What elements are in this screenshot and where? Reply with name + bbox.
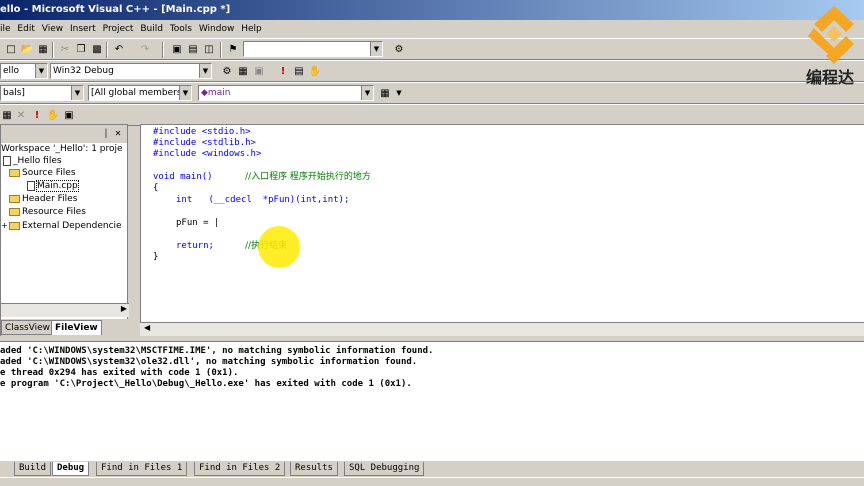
output-toggle-icon[interactable]: ▤ — [186, 43, 200, 56]
wizardbar-toolbar: bals] ▼ [All global members ▼ ◆main ▼ ▦ ▼ — [0, 82, 864, 104]
copy-icon[interactable]: ❐ — [74, 43, 88, 56]
standard-toolbar: □ 📂 ▦ ✂ ❐ ▩ ↶ ↷ ▣ ▤ ◫ ⚑ ▼ ⚙ — [0, 38, 864, 60]
workspace-tabs: ClassView FileView — [1, 319, 129, 337]
output-line-2: aded 'C:\WINDOWS\system32\ole32.dll', no… — [0, 357, 418, 367]
folder-icon — [9, 207, 20, 216]
folder-open-icon — [9, 168, 20, 177]
tree-external-dependencies[interactable]: + External Dependencie — [1, 219, 122, 232]
code-line-11: return; — [176, 241, 214, 251]
find-icon[interactable]: ⚙ — [392, 43, 406, 56]
expand-plus-icon[interactable]: + — [1, 219, 9, 232]
find-combo[interactable]: ▼ — [243, 41, 383, 57]
tab-find-in-files-1[interactable]: Find in Files 1 — [96, 462, 188, 476]
folder-icon — [9, 194, 20, 203]
class-scope-combo[interactable]: bals] ▼ — [0, 85, 84, 101]
menu-view[interactable]: View — [42, 20, 67, 38]
workspace-hscrollbar[interactable]: ▶ — [1, 303, 129, 317]
project-icon — [3, 155, 11, 166]
members-combo[interactable]: [All global members ▼ — [88, 85, 192, 101]
output-tabs: Build Debug Find in Files 1 Find in File… — [0, 461, 864, 477]
code-line-9: pFun = | — [176, 218, 220, 228]
stop-build-icon[interactable]: ▣ — [252, 65, 266, 78]
code-line-2: #include <stdlib.h> — [153, 138, 256, 148]
menu-tools[interactable]: Tools — [170, 20, 196, 38]
menu-insert[interactable]: Insert — [70, 20, 100, 38]
scroll-right-icon[interactable]: ▶ — [121, 304, 127, 313]
menu-build[interactable]: Build — [140, 20, 167, 38]
find-in-files-icon[interactable]: ⚑ — [226, 43, 240, 56]
status-bar — [0, 477, 864, 486]
scroll-left-icon[interactable]: ◀ — [144, 323, 150, 332]
menu-bar: ile Edit View Insert Project Build Tools… — [0, 20, 864, 38]
menu-file[interactable]: ile — [0, 20, 15, 38]
tab-results[interactable]: Results — [290, 462, 338, 476]
code-line-7: int (__cdecl *pFun)(int,int); — [176, 195, 350, 205]
hand-icon[interactable]: ✋ — [46, 109, 60, 122]
tab-classview[interactable]: ClassView — [1, 320, 55, 335]
redo-icon[interactable]: ↷ — [138, 43, 152, 56]
output-line-3: e thread 0x294 has exited with code 1 (0… — [0, 368, 239, 378]
cpp-file-icon — [27, 180, 35, 191]
tree-resource-files[interactable]: Resource Files — [9, 206, 86, 219]
workspace-titlebar: ✕ │ — [1, 125, 127, 143]
exclamation-icon[interactable]: ! — [30, 109, 44, 122]
restart-icon[interactable]: ▦ — [0, 109, 14, 122]
open-folder-icon[interactable]: 📂 — [20, 43, 34, 56]
tree-main-cpp[interactable]: Main.cpp — [27, 180, 79, 193]
new-file-icon[interactable]: □ — [4, 43, 18, 56]
window-list-icon[interactable]: ◫ — [202, 43, 216, 56]
pin-icon[interactable]: │ — [99, 127, 113, 140]
debug-toolbar: ▦ ✕ ! ✋ ▣ — [0, 104, 864, 126]
tree-header-files[interactable]: Header Files — [9, 193, 77, 206]
menu-window[interactable]: Window — [199, 20, 239, 38]
build-icon[interactable]: ▦ — [236, 65, 250, 78]
tab-debug[interactable]: Debug — [52, 462, 90, 476]
paste-icon[interactable]: ▩ — [90, 43, 104, 56]
ide-window: ello - Microsoft Visual C++ - [Main.cpp … — [0, 0, 864, 486]
wizard-dropdown-icon[interactable]: ▼ — [392, 87, 406, 100]
go-icon[interactable]: ▤ — [292, 65, 306, 78]
code-line-12: } — [153, 252, 159, 262]
tab-find-in-files-2[interactable]: Find in Files 2 — [194, 462, 286, 476]
save-icon[interactable]: ▦ — [36, 43, 50, 56]
undo-icon[interactable]: ↶ — [112, 43, 126, 56]
code-comment-main: //入口程序 程序开始执行的地方 — [245, 172, 371, 182]
code-line-5: void main() — [153, 172, 213, 182]
menu-edit[interactable]: Edit — [17, 20, 38, 38]
tree-source-files[interactable]: Source Files — [9, 167, 76, 180]
folder-icon — [9, 221, 20, 230]
insert-breakpoint-icon[interactable]: ▣ — [62, 109, 76, 122]
config-combo[interactable]: Win32 Debug ▼ — [50, 63, 212, 79]
menu-help[interactable]: Help — [241, 20, 266, 38]
execute-icon[interactable]: ! — [276, 65, 290, 78]
project-combo[interactable]: ello ▼ — [0, 63, 48, 79]
code-line-6: { — [153, 183, 159, 193]
title-bar: ello - Microsoft Visual C++ - [Main.cpp … — [0, 0, 864, 20]
code-line-1: #include <stdio.h> — [153, 127, 251, 137]
tab-build[interactable]: Build — [14, 462, 52, 476]
tab-sql-debugging[interactable]: SQL Debugging — [344, 462, 425, 476]
stop-debugging-icon[interactable]: ✕ — [14, 109, 28, 122]
window-title: ello - Microsoft Visual C++ - [Main.cpp … — [0, 4, 231, 15]
editor-hscrollbar[interactable]: ◀ — [140, 322, 864, 336]
tab-fileview[interactable]: FileView — [51, 320, 102, 335]
mouse-highlight — [258, 226, 300, 268]
build-toolbar: ello ▼ Win32 Debug ▼ ⚙ ▦ ▣ ! ▤ ✋ — [0, 60, 864, 82]
close-icon[interactable]: ✕ — [111, 127, 125, 140]
output-line-4: e program 'C:\Project\_Hello\Debug\_Hell… — [0, 379, 412, 389]
cut-icon[interactable]: ✂ — [58, 43, 72, 56]
wizard-action-icon[interactable]: ▦ — [378, 87, 392, 100]
code-line-3: #include <windows.h> — [153, 149, 262, 159]
workspace-toggle-icon[interactable]: ▣ — [170, 43, 184, 56]
function-combo[interactable]: ◆main ▼ — [198, 85, 374, 101]
workspace-panel: ✕ │ Workspace '_Hello': 1 proje _Hello f… — [0, 124, 129, 337]
menu-project[interactable]: Project — [103, 20, 138, 38]
output-line-1: aded 'C:\WINDOWS\system32\MSCTFIME.IME',… — [0, 346, 434, 356]
file-tree: Workspace '_Hello': 1 proje _Hello files… — [1, 143, 127, 311]
compile-icon[interactable]: ⚙ — [220, 65, 234, 78]
output-panel: aded 'C:\WINDOWS\system32\MSCTFIME.IME',… — [0, 341, 864, 461]
breakpoint-hand-icon[interactable]: ✋ — [308, 65, 322, 78]
code-editor[interactable]: #include <stdio.h> #include <stdlib.h> #… — [140, 124, 864, 336]
logo-text: 编程达 — [806, 68, 855, 87]
